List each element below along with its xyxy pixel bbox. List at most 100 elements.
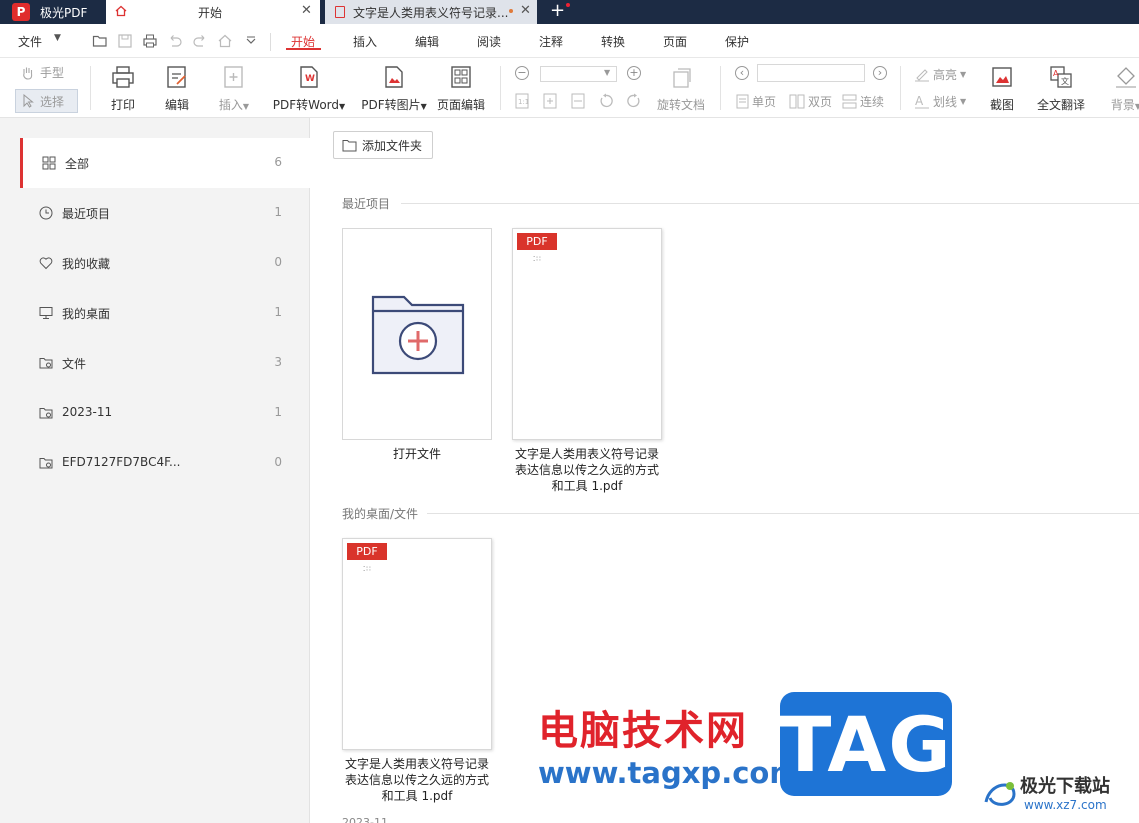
sidebar-item-count: 6: [274, 155, 282, 169]
menu-tab-read[interactable]: 阅读: [477, 33, 501, 50]
page-thumbnail-icon: ⁚∷: [533, 255, 542, 263]
rotate-left-icon[interactable]: [598, 93, 614, 109]
unsaved-dot-icon: [509, 9, 513, 13]
pdf-badge: PDF: [347, 543, 387, 560]
print-icon[interactable]: [142, 33, 158, 49]
highlight-button[interactable]: 高亮 ▼: [914, 66, 966, 83]
menu-tab-protect[interactable]: 保护: [725, 33, 749, 50]
add-folder-button[interactable]: 添加文件夹: [333, 131, 433, 159]
page-grid-icon: [451, 66, 471, 88]
close-tab-icon[interactable]: ✕: [301, 3, 312, 18]
menu-tab-annotate[interactable]: 注释: [539, 33, 563, 50]
page-thumbnail-icon: ⁚∷: [363, 565, 372, 573]
background-label: 背景▼: [1110, 98, 1139, 112]
pdf-to-word-button[interactable]: W PDF转Word▼: [270, 64, 348, 113]
caption-line: 和工具 1.pdf: [551, 479, 623, 493]
previous-page-icon[interactable]: ‹: [735, 66, 749, 80]
svg-text:1:1: 1:1: [518, 98, 529, 106]
zoom-in-icon[interactable]: +: [627, 66, 641, 80]
sidebar-item-all[interactable]: 全部 6: [20, 138, 310, 188]
select-tool-button[interactable]: 选择: [15, 89, 78, 113]
screenshot-icon: [992, 67, 1012, 87]
single-page-button[interactable]: 单页: [736, 93, 776, 110]
save-icon[interactable]: [117, 33, 133, 49]
undo-icon[interactable]: [167, 33, 183, 49]
home-icon[interactable]: [217, 33, 233, 49]
continuous-button[interactable]: 连续: [842, 93, 884, 110]
zoom-out-icon[interactable]: −: [515, 66, 529, 80]
tab-start[interactable]: 开始 ✕: [106, 0, 320, 24]
sidebar-item-recent[interactable]: 最近项目 1: [20, 188, 310, 238]
pdf-to-image-button[interactable]: PDF转图片▼: [360, 64, 428, 113]
double-page-icon: [789, 94, 805, 109]
rotate-document-button[interactable]: 旋转文档: [656, 64, 706, 113]
pdf-file-card[interactable]: PDF ⁚∷: [342, 538, 492, 750]
caption-line: 表达信息以传之久远的方式: [514, 463, 659, 477]
toolbar-divider: [90, 66, 91, 110]
chevron-down-icon[interactable]: ▼: [604, 68, 610, 77]
menu-tab-page[interactable]: 页面: [663, 33, 687, 50]
section-title-recent: 最近项目: [342, 197, 391, 211]
printer-icon: [112, 66, 134, 88]
fit-width-icon[interactable]: [571, 93, 585, 109]
tab-document[interactable]: 文字是人类用表义符号记录... ✕: [325, 0, 537, 24]
open-file-card[interactable]: [342, 228, 492, 440]
watermark-text: 电脑技术网: [538, 708, 748, 754]
section-title-desktop-files: 我的桌面/文件: [342, 507, 419, 521]
print-button[interactable]: 打印: [105, 64, 141, 113]
rotate-right-icon[interactable]: [626, 93, 642, 109]
rotate-document-label: 旋转文档: [656, 98, 705, 112]
insert-label: 插入▼: [218, 98, 250, 112]
strikeout-button[interactable]: A 划线 ▼: [914, 93, 966, 110]
menu-tab-insert[interactable]: 插入: [353, 33, 377, 50]
screenshot-button[interactable]: 截图: [984, 64, 1020, 113]
background-button[interactable]: 背景▼: [1104, 64, 1139, 113]
folder-icon: [39, 458, 53, 469]
highlight-label: 高亮: [933, 68, 958, 82]
insert-button[interactable]: 插入▼: [214, 64, 254, 113]
file-menu[interactable]: 文件: [18, 33, 42, 50]
translate-button[interactable]: A文 全文翻译: [1034, 64, 1088, 113]
sidebar-item-favorites[interactable]: 我的收藏 0: [20, 238, 310, 288]
pdf-badge: PDF: [517, 233, 557, 250]
sidebar-item-2023-11[interactable]: 2023-11 1: [20, 388, 310, 438]
menu-tab-convert[interactable]: 转换: [601, 33, 625, 50]
menu-tab-edit[interactable]: 编辑: [415, 33, 439, 50]
page-edit-button[interactable]: 页面编辑: [434, 64, 488, 113]
watermark-url: www.tagxp.com: [538, 756, 800, 790]
double-page-button[interactable]: 双页: [789, 93, 832, 110]
actual-size-icon[interactable]: 1:1: [515, 93, 529, 109]
folder-icon: [39, 408, 53, 419]
hand-tool-button[interactable]: 手型: [20, 64, 64, 81]
close-tab-icon[interactable]: ✕: [520, 3, 531, 18]
pdf-to-image-label: PDF转图片▼: [361, 98, 427, 112]
sidebar-item-efd-folder[interactable]: EFD7127FD7BC4F... 0: [20, 438, 310, 488]
sidebar-item-files[interactable]: 文件 3: [20, 338, 310, 388]
pdf-file-icon: [335, 6, 345, 18]
select-tool-label: 选择: [40, 94, 65, 109]
strikeout-label: 划线: [933, 95, 958, 109]
insert-page-icon: [224, 66, 243, 88]
page-number-input[interactable]: [757, 64, 865, 82]
edit-button[interactable]: 编辑: [159, 64, 195, 113]
fit-page-icon[interactable]: [543, 93, 557, 109]
word-file-icon: W: [300, 66, 318, 88]
pdf-file-caption: 文字是人类用表义符号记录 表达信息以传之久远的方式 和工具 1.pdf: [507, 446, 667, 494]
folder-add-icon: [342, 139, 357, 151]
chevron-down-icon[interactable]: ▼: [54, 33, 61, 43]
open-folder-icon[interactable]: [92, 33, 108, 49]
sidebar-item-label: EFD7127FD7BC4F...: [62, 455, 181, 469]
next-page-icon[interactable]: ›: [873, 66, 887, 80]
pdf-file-card[interactable]: PDF ⁚∷: [512, 228, 662, 440]
redo-icon[interactable]: [192, 33, 208, 49]
tab-document-label: 文字是人类用表义符号记录...: [353, 6, 509, 20]
customize-dropdown-icon[interactable]: [243, 33, 259, 49]
caption-line: 文字是人类用表义符号记录: [514, 447, 659, 461]
page-edit-label: 页面编辑: [436, 98, 485, 112]
new-tab-plus-icon[interactable]: +: [550, 0, 565, 22]
svg-text:W: W: [305, 74, 315, 84]
toolbar-divider: [720, 66, 721, 110]
sidebar-item-desktop[interactable]: 我的桌面 1: [20, 288, 310, 338]
screenshot-label: 截图: [989, 98, 1014, 112]
double-page-label: 双页: [808, 95, 833, 109]
